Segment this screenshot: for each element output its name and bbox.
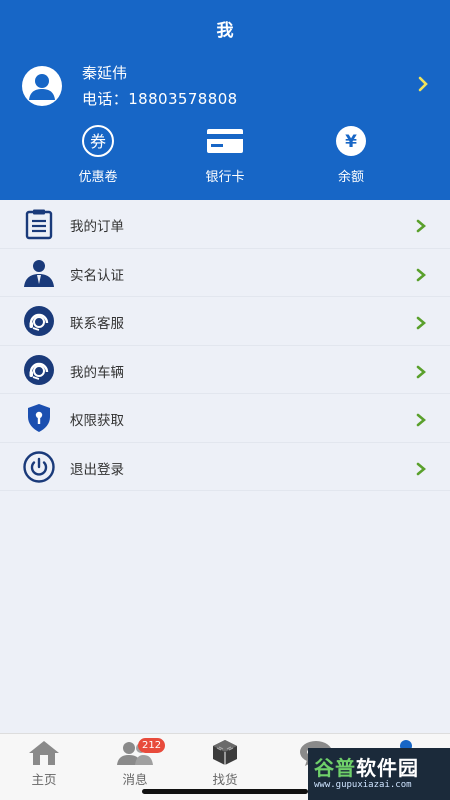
watermark-title: 谷普软件园: [314, 752, 419, 781]
chevron-right-icon: [416, 315, 427, 334]
watermark-title-b: 软件园: [356, 756, 419, 780]
menu-item-logout[interactable]: 退出登录: [0, 443, 450, 491]
coupon-label: 优惠卷: [78, 170, 118, 185]
chevron-right-icon: [416, 218, 427, 237]
home-indicator: [142, 789, 308, 794]
watermark-title-a: 谷普: [314, 756, 356, 780]
menu-item-real-name-verify[interactable]: 实名认证: [0, 249, 450, 297]
coupon-glyph: 券: [90, 132, 106, 151]
coupon-button[interactable]: 券 优惠卷: [38, 124, 158, 185]
menu-label: 联系客服: [70, 316, 124, 332]
cube-icon: [213, 740, 237, 765]
vehicle-icon: [24, 354, 54, 385]
chevron-right-icon: [416, 267, 427, 286]
menu-item-my-vehicles[interactable]: 我的车辆: [0, 346, 450, 394]
balance-button[interactable]: ¥ 余额: [291, 124, 411, 185]
watermark-url: www.gupuxiazai.com: [314, 780, 412, 790]
bank-card-label: 银行卡: [205, 170, 245, 185]
chevron-right-icon: [416, 364, 427, 383]
balance-yen-icon: ¥: [336, 126, 366, 156]
tab-home[interactable]: 主页: [14, 738, 74, 788]
chevron-right-icon: [416, 461, 427, 480]
menu-label: 实名认证: [70, 267, 124, 284]
bank-card-icon: [207, 129, 243, 153]
menu-label: 退出登录: [70, 461, 124, 478]
site-watermark: 谷普软件园 www.gupuxiazai.com: [308, 748, 450, 800]
tab-label: 消息: [122, 772, 148, 787]
power-icon: [23, 450, 55, 483]
menu-item-my-orders[interactable]: 我的订单: [0, 200, 450, 249]
menu-item-permissions[interactable]: 权限获取: [0, 394, 450, 443]
bank-card-button[interactable]: 银行卡: [165, 124, 285, 185]
menu-label: 我的车辆: [70, 364, 124, 381]
tab-label: 找货: [212, 772, 238, 787]
balance-label: 余额: [337, 170, 364, 185]
tab-label: 主页: [31, 772, 57, 787]
menu-item-customer-service[interactable]: 联系客服: [0, 297, 450, 346]
profile-header: 我 秦延伟 电话：18803578808 券 优惠卷 银行卡 ¥ 余额: [0, 0, 450, 200]
menu-label: 我的订单: [70, 219, 124, 235]
page-title: 我: [216, 21, 234, 41]
menu-label: 权限获取: [70, 413, 124, 429]
avatar-icon: [22, 66, 62, 106]
person-verify-icon: [24, 259, 54, 287]
settings-menu: 我的订单 实名认证 联系客服 我的车辆 权限获取 退出登录: [0, 200, 450, 491]
home-icon: [29, 741, 59, 765]
tab-find-goods[interactable]: 找货: [195, 738, 255, 788]
chevron-right-icon: [418, 76, 428, 96]
profile-card[interactable]: 秦延伟 电话：18803578808: [0, 56, 450, 114]
clipboard-icon: [25, 209, 53, 240]
shield-key-icon: [28, 404, 50, 432]
unread-badge: 212: [138, 738, 166, 753]
customer-service-icon: [24, 306, 54, 336]
user-name: 秦延伟: [82, 64, 128, 82]
coupon-icon: 券: [82, 125, 114, 157]
balance-glyph: ¥: [345, 132, 357, 152]
chevron-right-icon: [416, 412, 427, 431]
user-phone: 电话：18803578808: [82, 90, 238, 108]
tab-messages[interactable]: 212 消息: [105, 738, 166, 788]
